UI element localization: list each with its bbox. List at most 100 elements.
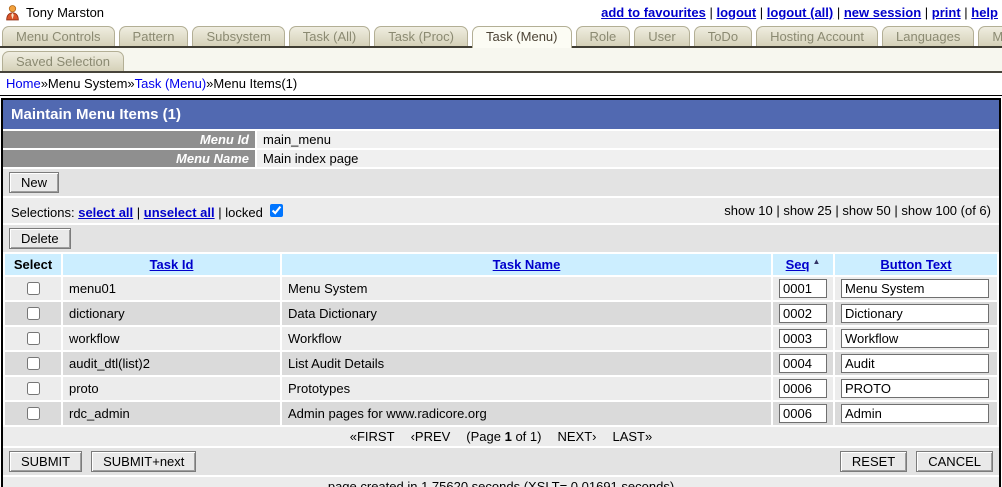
data-table: Select Task Id Task Name Seq▲ Button Tex… xyxy=(3,252,999,427)
top-link-logout-all[interactable]: logout (all) xyxy=(767,5,833,20)
button-text-input[interactable] xyxy=(841,279,989,298)
first-page-link[interactable]: «FIRST xyxy=(350,429,395,444)
row-checkbox[interactable] xyxy=(27,282,40,295)
form-row: Menu NameMain index page xyxy=(3,150,999,167)
show-option-show-10[interactable]: show 10 xyxy=(724,203,772,218)
sort-ascending-icon: ▲ xyxy=(812,257,820,266)
table-row: rdc_adminAdmin pages for www.radicore.or… xyxy=(5,402,997,425)
form-area: Menu Idmain_menuMenu NameMain index page xyxy=(3,131,999,167)
tab-todo[interactable]: ToDo xyxy=(694,26,752,46)
unselect-all-link[interactable]: unselect all xyxy=(144,205,215,220)
content-box: Maintain Menu Items (1) Menu Idmain_menu… xyxy=(1,98,1001,487)
tab-role[interactable]: Role xyxy=(576,26,631,46)
seq-input[interactable] xyxy=(779,304,827,323)
button-text-input[interactable] xyxy=(841,304,989,323)
button-text-input[interactable] xyxy=(841,379,989,398)
sort-seq-link[interactable]: Seq xyxy=(786,257,810,272)
seq-cell xyxy=(773,302,833,325)
row-select-cell xyxy=(5,377,61,400)
current-page-number: 1 xyxy=(505,429,512,444)
cancel-button[interactable]: CANCEL xyxy=(916,451,993,472)
delete-button-row: Delete xyxy=(3,225,999,252)
new-button[interactable]: New xyxy=(9,172,59,193)
table-row: workflowWorkflow xyxy=(5,327,997,350)
button-text-input[interactable] xyxy=(841,329,989,348)
submit-next-button[interactable]: SUBMIT+next xyxy=(91,451,196,472)
table-header-row: Select Task Id Task Name Seq▲ Button Tex… xyxy=(5,254,997,275)
select-all-link[interactable]: select all xyxy=(78,205,133,220)
tab-task-all[interactable]: Task (All) xyxy=(289,26,370,46)
breadcrumb-task-menu[interactable]: Task (Menu) xyxy=(135,76,207,91)
sort-button-text-link[interactable]: Button Text xyxy=(880,257,951,272)
separator: | xyxy=(137,205,144,220)
tab-subsystem[interactable]: Subsystem xyxy=(192,26,284,46)
page-title: Maintain Menu Items (1) xyxy=(3,100,999,129)
seq-input[interactable] xyxy=(779,404,827,423)
seq-cell xyxy=(773,377,833,400)
task-id-cell: audit_dtl(list)2 xyxy=(63,352,280,375)
task-name-cell: List Audit Details xyxy=(282,352,771,375)
column-header-button-text: Button Text xyxy=(835,254,997,275)
last-page-link[interactable]: LAST» xyxy=(612,429,652,444)
show-option-show-50[interactable]: show 50 xyxy=(842,203,890,218)
next-page-link[interactable]: NEXT› xyxy=(557,429,596,444)
delete-button[interactable]: Delete xyxy=(9,228,71,249)
task-name-cell: Menu System xyxy=(282,277,771,300)
top-link-print[interactable]: print xyxy=(932,5,961,20)
row-checkbox[interactable] xyxy=(27,382,40,395)
row-checkbox[interactable] xyxy=(27,407,40,420)
row-checkbox[interactable] xyxy=(27,357,40,370)
seq-cell xyxy=(773,277,833,300)
row-select-cell xyxy=(5,352,61,375)
sort-task-name-link[interactable]: Task Name xyxy=(493,257,561,272)
sort-task-id-link[interactable]: Task Id xyxy=(150,257,194,272)
seq-cell xyxy=(773,352,833,375)
button-text-input[interactable] xyxy=(841,404,989,423)
separator: | xyxy=(756,5,767,20)
seq-cell xyxy=(773,402,833,425)
tab-languages[interactable]: Languages xyxy=(882,26,974,46)
tab-motd[interactable]: MOTD xyxy=(978,26,1002,46)
show-option-show-25[interactable]: show 25 xyxy=(783,203,831,218)
show-option-show-100[interactable]: show 100 xyxy=(901,203,957,218)
user-name: Tony Marston xyxy=(26,5,104,20)
tab-pattern[interactable]: Pattern xyxy=(119,26,189,46)
top-link-help[interactable]: help xyxy=(971,5,998,20)
button-text-cell xyxy=(835,277,997,300)
top-link-new-session[interactable]: new session xyxy=(844,5,921,20)
reset-button[interactable]: RESET xyxy=(840,451,907,472)
page: Tony Marston add to favourites | logout … xyxy=(0,0,1002,487)
row-checkbox[interactable] xyxy=(27,307,40,320)
top-link-logout[interactable]: logout xyxy=(716,5,756,20)
table-row: menu01Menu System xyxy=(5,277,997,300)
seq-input[interactable] xyxy=(779,279,827,298)
task-id-cell: menu01 xyxy=(63,277,280,300)
top-link-add-to-favourites[interactable]: add to favourites xyxy=(601,5,706,20)
submit-button[interactable]: SUBMIT xyxy=(9,451,82,472)
tab-user[interactable]: User xyxy=(634,26,689,46)
tab-hosting-account[interactable]: Hosting Account xyxy=(756,26,878,46)
show-options: show 10 | show 25 | show 50 | show 100 (… xyxy=(724,203,991,218)
tab-menu-controls[interactable]: Menu Controls xyxy=(2,26,115,46)
separator: | xyxy=(891,203,902,218)
breadcrumb-home[interactable]: Home xyxy=(6,76,41,91)
tab-saved-selection[interactable]: Saved Selection xyxy=(2,51,124,71)
table-row: dictionaryData Dictionary xyxy=(5,302,997,325)
top-bar: Tony Marston add to favourites | logout … xyxy=(0,0,1002,23)
column-header-task-name: Task Name xyxy=(282,254,771,275)
task-name-cell: Prototypes xyxy=(282,377,771,400)
tab-task-proc[interactable]: Task (Proc) xyxy=(374,26,468,46)
tab-bar-row2: Saved Selection xyxy=(0,48,1002,73)
selections-row: Selections: select all | unselect all | … xyxy=(3,198,999,223)
row-checkbox[interactable] xyxy=(27,332,40,345)
column-header-select: Select xyxy=(5,254,61,275)
breadcrumb-menu-items-1: Menu Items(1) xyxy=(213,76,297,91)
seq-input[interactable] xyxy=(779,354,827,373)
seq-input[interactable] xyxy=(779,329,827,348)
row-select-cell xyxy=(5,277,61,300)
button-text-input[interactable] xyxy=(841,354,989,373)
locked-checkbox[interactable] xyxy=(270,204,283,217)
prev-page-link[interactable]: ‹PREV xyxy=(411,429,451,444)
tab-task-menu[interactable]: Task (Menu) xyxy=(472,26,572,48)
seq-input[interactable] xyxy=(779,379,827,398)
